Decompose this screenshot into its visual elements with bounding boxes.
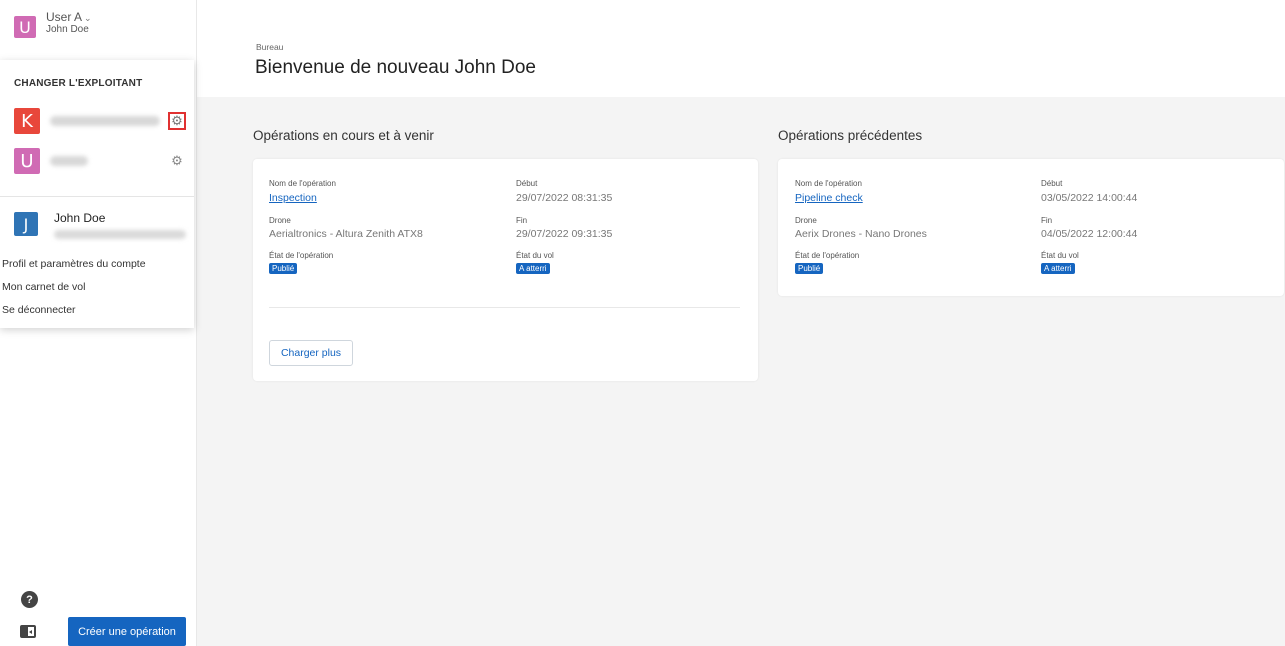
current-operations-title: Opérations en cours et à venir: [253, 128, 434, 143]
divider: [269, 307, 740, 308]
collapse-sidebar-icon[interactable]: [20, 625, 36, 638]
user-switcher[interactable]: U User A ⌄ John Doe: [0, 0, 197, 56]
operation-name-link[interactable]: Pipeline check: [795, 192, 863, 204]
operator-item-1[interactable]: K ⚙: [14, 108, 186, 134]
me-name: John Doe: [54, 211, 106, 225]
me-email-redacted: [54, 230, 186, 239]
operation-name-link[interactable]: Inspection: [269, 192, 317, 204]
operation-state-badge: Publié: [269, 263, 298, 274]
user-name: User A: [46, 10, 83, 24]
operation-name-label: Nom de l'opération: [269, 179, 336, 188]
end-value: 04/05/2022 12:00:44: [1041, 228, 1138, 240]
page-title: Bienvenue de nouveau John Doe: [255, 57, 537, 78]
flight-state-label: État du vol: [1041, 251, 1079, 260]
previous-operations-title: Opérations précédentes: [778, 128, 923, 143]
start-value: 03/05/2022 14:00:44: [1041, 192, 1138, 204]
drone-value: Aerialtronics - Altura Zenith ATX8: [269, 228, 423, 240]
profile-settings-link[interactable]: Profil et paramètres du compte: [2, 258, 146, 270]
operator-name-redacted: [50, 156, 88, 166]
flight-state-label: État du vol: [516, 251, 554, 260]
start-label: Début: [516, 179, 538, 188]
operator-name-redacted: [50, 116, 160, 126]
flight-state-badge: A atterri: [516, 263, 550, 274]
gear-icon[interactable]: ⚙: [168, 152, 186, 170]
drone-value: Aerix Drones - Nano Drones: [795, 228, 927, 240]
dropdown-title: CHANGER L'EXPLOITANT: [14, 78, 143, 89]
operation-state-label: État de l'opération: [795, 251, 860, 260]
end-label: Fin: [1041, 216, 1053, 225]
end-label: Fin: [516, 216, 528, 225]
operation-state-badge: Publié: [795, 263, 824, 274]
user-names: User A ⌄ John Doe: [46, 10, 92, 36]
drone-label: Drone: [269, 216, 291, 225]
previous-operations-card: Nom de l'opération Pipeline check Début …: [778, 159, 1284, 296]
start-label: Début: [1041, 179, 1063, 188]
me-avatar: J: [14, 212, 38, 236]
current-operations-card: Nom de l'opération Inspection Début 29/0…: [253, 159, 758, 381]
current-user: J John Doe: [14, 208, 186, 248]
divider: [0, 196, 194, 197]
start-value: 29/07/2022 08:31:35: [516, 192, 613, 204]
help-icon[interactable]: ?: [21, 591, 38, 608]
page-header: Bureau Bienvenue de nouveau John Doe: [197, 0, 1285, 97]
chevron-down-icon: ⌄: [84, 13, 92, 23]
flight-state-badge: A atterri: [1041, 263, 1075, 274]
operator-dropdown: CHANGER L'EXPLOITANT K ⚙ U ⚙ J John Doe …: [0, 60, 194, 328]
flight-log-link[interactable]: Mon carnet de vol: [2, 281, 85, 293]
user-fullname: John Doe: [46, 24, 89, 36]
breadcrumb: Bureau: [256, 42, 284, 52]
operation-name-label: Nom de l'opération: [795, 179, 862, 188]
operator-item-2[interactable]: U ⚙: [14, 148, 186, 174]
drone-label: Drone: [795, 216, 817, 225]
end-value: 29/07/2022 09:31:35: [516, 228, 613, 240]
operation-state-label: État de l'opération: [269, 251, 334, 260]
create-operation-button[interactable]: Créer une opération: [68, 617, 186, 646]
operator-avatar: U: [14, 148, 40, 174]
load-more-button[interactable]: Charger plus: [269, 340, 353, 366]
logout-link[interactable]: Se déconnecter: [2, 304, 76, 316]
user-avatar: U: [14, 16, 36, 38]
gear-icon[interactable]: ⚙: [168, 112, 186, 130]
operator-avatar: K: [14, 108, 40, 134]
